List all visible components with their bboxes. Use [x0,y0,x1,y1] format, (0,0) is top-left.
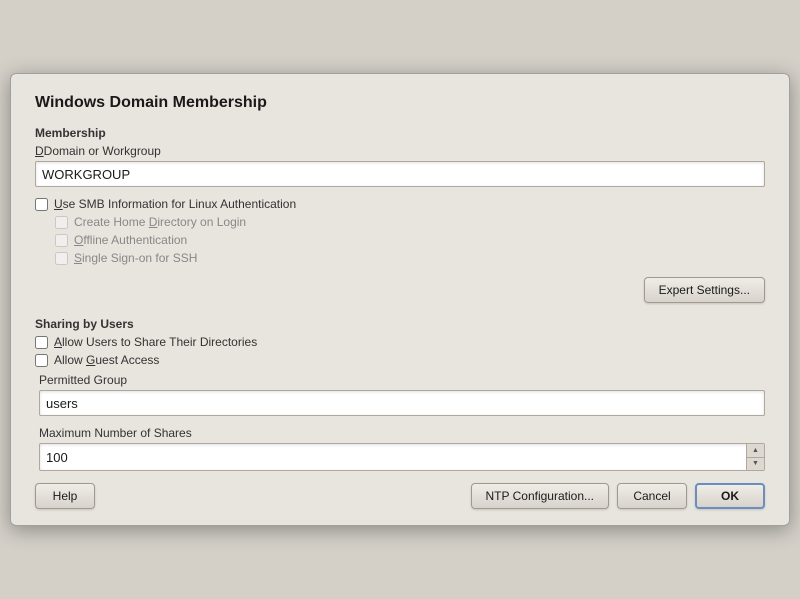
use-smb-checkbox[interactable] [35,198,48,211]
use-smb-label: Use SMB Information for Linux Authentica… [54,197,296,211]
bottom-bar: Help NTP Configuration... Cancel OK [35,483,765,509]
allow-users-checkbox[interactable] [35,336,48,349]
create-home-label: Create Home Directory on Login [74,215,246,229]
permitted-group-field: Permitted Group [39,373,765,416]
membership-section: Membership DDomain or Workgroup Use SMB … [35,126,765,265]
spinner-buttons: ▲ ▼ [746,444,764,470]
use-smb-row: Use SMB Information for Linux Authentica… [35,197,765,211]
left-buttons: Help [35,483,95,509]
domain-input[interactable] [35,161,765,187]
max-shares-spinner: ▲ ▼ [39,443,765,471]
smb-options-group: Create Home Directory on Login Offline A… [55,215,765,265]
offline-auth-label: Offline Authentication [74,233,187,247]
domain-underline-char: D [35,144,44,158]
help-button[interactable]: Help [35,483,95,509]
spinner-down-button[interactable]: ▼ [747,458,764,471]
sharing-section: Sharing by Users Allow Users to Share Th… [35,317,765,471]
single-sign-label: Single Sign-on for SSH [74,251,197,265]
max-shares-input[interactable] [40,444,746,470]
dialog-title: Windows Domain Membership [35,94,765,112]
domain-field-group: DDomain or Workgroup [35,144,765,187]
create-home-checkbox[interactable] [55,216,68,229]
permitted-group-label: Permitted Group [39,373,765,387]
sharing-section-label: Sharing by Users [35,317,765,331]
windows-domain-dialog: Windows Domain Membership Membership DDo… [10,73,790,526]
permitted-group-input[interactable] [39,390,765,416]
expert-button-row: Expert Settings... [35,277,765,303]
ok-button[interactable]: OK [695,483,765,509]
single-sign-row: Single Sign-on for SSH [55,251,765,265]
allow-guest-checkbox[interactable] [35,354,48,367]
cancel-button[interactable]: Cancel [617,483,687,509]
allow-guest-row: Allow Guest Access [35,353,765,367]
expert-settings-button[interactable]: Expert Settings... [644,277,765,303]
allow-users-row: Allow Users to Share Their Directories [35,335,765,349]
membership-section-label: Membership [35,126,765,140]
allow-users-label: Allow Users to Share Their Directories [54,335,257,349]
sharing-fields: Permitted Group Maximum Number of Shares… [39,373,765,471]
offline-auth-checkbox[interactable] [55,234,68,247]
allow-guest-label: Allow Guest Access [54,353,159,367]
max-shares-field: Maximum Number of Shares ▲ ▼ [39,426,765,471]
create-home-row: Create Home Directory on Login [55,215,765,229]
domain-label: DDomain or Workgroup [35,144,765,158]
offline-auth-row: Offline Authentication [55,233,765,247]
single-sign-checkbox[interactable] [55,252,68,265]
ntp-configuration-button[interactable]: NTP Configuration... [471,483,610,509]
spinner-up-button[interactable]: ▲ [747,444,764,458]
right-buttons: NTP Configuration... Cancel OK [471,483,766,509]
max-shares-label: Maximum Number of Shares [39,426,765,440]
